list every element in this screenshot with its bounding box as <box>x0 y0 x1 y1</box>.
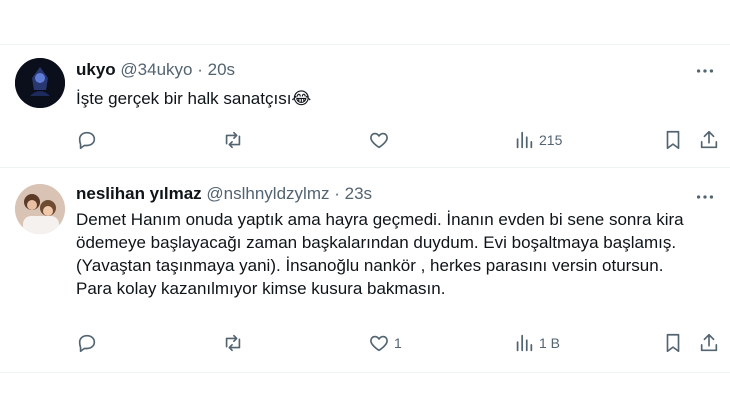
bookmark-button[interactable] <box>662 331 684 355</box>
retweet-icon <box>225 334 241 352</box>
heart-icon <box>370 335 388 352</box>
views-chart-icon <box>516 334 533 352</box>
reply-button[interactable] <box>76 331 98 355</box>
tweet-actions: 1 1 B <box>76 331 721 355</box>
like-button[interactable]: 1 <box>368 331 402 355</box>
bookmark-icon <box>666 333 680 353</box>
tweet-header: neslihan yılmaz @nslhnyldzylmz · 23s <box>76 184 372 204</box>
avatar[interactable] <box>15 184 65 234</box>
like-count: 1 <box>394 335 402 351</box>
reply-icon <box>78 334 96 353</box>
bottom-divider <box>0 372 730 373</box>
retweet-button[interactable] <box>222 331 244 355</box>
tweet-text: Demet Hanım onuda yaptık ama hayra geçme… <box>76 210 684 298</box>
avatar-image <box>15 184 65 234</box>
display-name[interactable]: neslihan yılmaz <box>76 184 202 203</box>
share-icon <box>700 333 718 352</box>
share-button[interactable] <box>698 331 720 355</box>
timestamp[interactable]: 23s <box>345 184 372 203</box>
views-count: 1 B <box>539 335 561 351</box>
user-handle[interactable]: @nslhnyldzylmz <box>206 184 329 203</box>
more-dots-icon[interactable] <box>694 186 716 208</box>
tweet-2[interactable]: neslihan yılmaz @nslhnyldzylmz · 23s Dem… <box>0 0 730 353</box>
separator-dot: · <box>334 184 340 203</box>
views-button[interactable]: 1 B <box>513 331 560 355</box>
